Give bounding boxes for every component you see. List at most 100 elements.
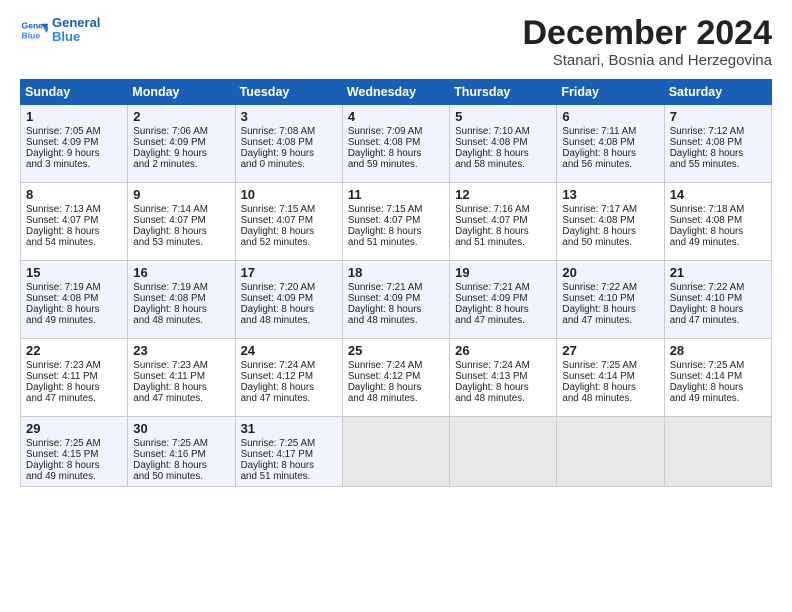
calendar-cell [450, 417, 557, 487]
day-info-line: Daylight: 9 hours [26, 148, 122, 159]
day-info-line: Sunrise: 7:17 AM [562, 204, 658, 215]
calendar-cell: 13Sunrise: 7:17 AMSunset: 4:08 PMDayligh… [557, 183, 664, 261]
day-info-line: Sunrise: 7:14 AM [133, 204, 229, 215]
calendar-cell: 18Sunrise: 7:21 AMSunset: 4:09 PMDayligh… [342, 261, 449, 339]
logo: General Blue General Blue [20, 16, 100, 45]
day-info-line: Daylight: 8 hours [133, 382, 229, 393]
day-info-line: Sunrise: 7:25 AM [562, 360, 658, 371]
weekday-header-friday: Friday [557, 80, 664, 105]
day-info-line: and 49 minutes. [26, 471, 122, 482]
calendar-cell: 25Sunrise: 7:24 AMSunset: 4:12 PMDayligh… [342, 339, 449, 417]
day-info-line: Daylight: 8 hours [133, 460, 229, 471]
day-number: 4 [348, 109, 444, 124]
day-number: 6 [562, 109, 658, 124]
calendar-cell: 6Sunrise: 7:11 AMSunset: 4:08 PMDaylight… [557, 105, 664, 183]
day-info-line: Sunset: 4:14 PM [670, 371, 766, 382]
day-info-line: and 50 minutes. [133, 471, 229, 482]
day-info-line: Daylight: 8 hours [133, 304, 229, 315]
day-info-line: and 50 minutes. [562, 237, 658, 248]
day-info-line: Sunset: 4:08 PM [562, 137, 658, 148]
day-info-line: Daylight: 8 hours [241, 382, 337, 393]
day-info-line: Sunrise: 7:11 AM [562, 126, 658, 137]
day-number: 18 [348, 265, 444, 280]
day-info-line: and 47 minutes. [133, 393, 229, 404]
day-number: 17 [241, 265, 337, 280]
day-number: 14 [670, 187, 766, 202]
day-info-line: Daylight: 8 hours [455, 304, 551, 315]
weekday-header-wednesday: Wednesday [342, 80, 449, 105]
day-info-line: and 56 minutes. [562, 159, 658, 170]
weekday-header-saturday: Saturday [664, 80, 771, 105]
day-info-line: Sunrise: 7:08 AM [241, 126, 337, 137]
calendar-cell: 26Sunrise: 7:24 AMSunset: 4:13 PMDayligh… [450, 339, 557, 417]
day-info-line: Sunrise: 7:05 AM [26, 126, 122, 137]
day-info-line: Sunset: 4:07 PM [26, 215, 122, 226]
day-number: 21 [670, 265, 766, 280]
day-info-line: Sunrise: 7:25 AM [241, 438, 337, 449]
day-info-line: Sunset: 4:07 PM [133, 215, 229, 226]
day-info-line: and 47 minutes. [562, 315, 658, 326]
day-info-line: Daylight: 9 hours [241, 148, 337, 159]
day-number: 26 [455, 343, 551, 358]
calendar-cell: 14Sunrise: 7:18 AMSunset: 4:08 PMDayligh… [664, 183, 771, 261]
day-info-line: Sunset: 4:07 PM [455, 215, 551, 226]
day-info-line: Sunrise: 7:21 AM [348, 282, 444, 293]
calendar-cell: 22Sunrise: 7:23 AMSunset: 4:11 PMDayligh… [21, 339, 128, 417]
day-info-line: and 47 minutes. [670, 315, 766, 326]
day-info-line: Sunrise: 7:15 AM [348, 204, 444, 215]
day-number: 19 [455, 265, 551, 280]
day-info-line: Daylight: 8 hours [455, 382, 551, 393]
day-info-line: Sunrise: 7:25 AM [670, 360, 766, 371]
day-number: 30 [133, 421, 229, 436]
day-info-line: Sunset: 4:07 PM [241, 215, 337, 226]
calendar-cell: 17Sunrise: 7:20 AMSunset: 4:09 PMDayligh… [235, 261, 342, 339]
day-info-line: Sunrise: 7:25 AM [26, 438, 122, 449]
calendar-page: General Blue General Blue December 2024 … [0, 0, 792, 497]
day-info-line: Sunset: 4:09 PM [348, 293, 444, 304]
day-info-line: Sunset: 4:11 PM [26, 371, 122, 382]
calendar-cell: 24Sunrise: 7:24 AMSunset: 4:12 PMDayligh… [235, 339, 342, 417]
calendar-cell: 9Sunrise: 7:14 AMSunset: 4:07 PMDaylight… [128, 183, 235, 261]
calendar-cell: 27Sunrise: 7:25 AMSunset: 4:14 PMDayligh… [557, 339, 664, 417]
day-info-line: and 48 minutes. [348, 315, 444, 326]
calendar-cell: 5Sunrise: 7:10 AMSunset: 4:08 PMDaylight… [450, 105, 557, 183]
calendar-cell: 2Sunrise: 7:06 AMSunset: 4:09 PMDaylight… [128, 105, 235, 183]
day-number: 3 [241, 109, 337, 124]
day-info-line: Daylight: 8 hours [241, 460, 337, 471]
day-info-line: Sunrise: 7:22 AM [562, 282, 658, 293]
day-info-line: and 51 minutes. [241, 471, 337, 482]
calendar-cell: 16Sunrise: 7:19 AMSunset: 4:08 PMDayligh… [128, 261, 235, 339]
calendar-cell: 1Sunrise: 7:05 AMSunset: 4:09 PMDaylight… [21, 105, 128, 183]
day-info-line: Sunrise: 7:12 AM [670, 126, 766, 137]
day-info-line: Sunset: 4:08 PM [455, 137, 551, 148]
calendar-week-row: 22Sunrise: 7:23 AMSunset: 4:11 PMDayligh… [21, 339, 772, 417]
day-info-line: Daylight: 8 hours [26, 460, 122, 471]
day-info-line: and 48 minutes. [562, 393, 658, 404]
day-info-line: Daylight: 8 hours [348, 382, 444, 393]
day-info-line: and 47 minutes. [455, 315, 551, 326]
calendar-cell: 8Sunrise: 7:13 AMSunset: 4:07 PMDaylight… [21, 183, 128, 261]
day-info-line: Sunset: 4:15 PM [26, 449, 122, 460]
day-info-line: Daylight: 8 hours [348, 226, 444, 237]
day-info-line: Daylight: 9 hours [133, 148, 229, 159]
day-info-line: and 54 minutes. [26, 237, 122, 248]
calendar-cell: 7Sunrise: 7:12 AMSunset: 4:08 PMDaylight… [664, 105, 771, 183]
calendar-cell: 21Sunrise: 7:22 AMSunset: 4:10 PMDayligh… [664, 261, 771, 339]
day-info-line: and 58 minutes. [455, 159, 551, 170]
day-info-line: Sunset: 4:17 PM [241, 449, 337, 460]
calendar-cell: 11Sunrise: 7:15 AMSunset: 4:07 PMDayligh… [342, 183, 449, 261]
day-info-line: Sunset: 4:09 PM [241, 293, 337, 304]
day-info-line: and 0 minutes. [241, 159, 337, 170]
day-number: 27 [562, 343, 658, 358]
calendar-cell: 28Sunrise: 7:25 AMSunset: 4:14 PMDayligh… [664, 339, 771, 417]
day-info-line: and 51 minutes. [348, 237, 444, 248]
calendar-cell [342, 417, 449, 487]
day-number: 11 [348, 187, 444, 202]
day-info-line: and 2 minutes. [133, 159, 229, 170]
logo-blue: Blue [52, 29, 80, 44]
day-info-line: and 47 minutes. [26, 393, 122, 404]
day-info-line: Daylight: 8 hours [26, 304, 122, 315]
day-info-line: Daylight: 8 hours [133, 226, 229, 237]
day-info-line: Sunset: 4:08 PM [670, 137, 766, 148]
day-info-line: Sunset: 4:12 PM [348, 371, 444, 382]
